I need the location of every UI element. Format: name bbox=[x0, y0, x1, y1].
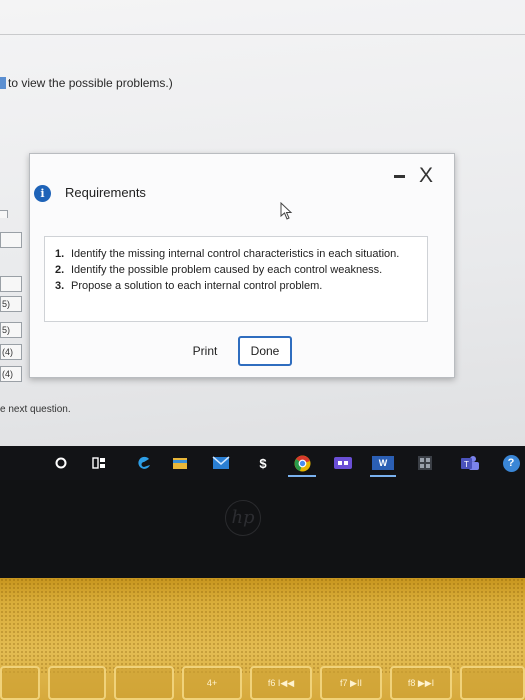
svg-text:T: T bbox=[464, 460, 469, 469]
requirements-list: 1. Identify the missing internal control… bbox=[55, 247, 417, 295]
minimize-icon[interactable] bbox=[394, 175, 405, 178]
hp-logo: hp bbox=[225, 500, 261, 536]
side-box-6[interactable]: (4) bbox=[0, 344, 22, 360]
done-button[interactable]: Done bbox=[238, 336, 292, 366]
money-app-icon[interactable]: $ bbox=[256, 454, 270, 472]
function-key bbox=[460, 666, 525, 700]
side-box-2[interactable] bbox=[0, 232, 22, 248]
side-box-4[interactable]: 5) bbox=[0, 296, 22, 312]
side-box-3[interactable] bbox=[0, 276, 22, 292]
word-icon[interactable]: W bbox=[372, 454, 394, 472]
chrome-icon[interactable] bbox=[293, 454, 311, 472]
side-box-1 bbox=[0, 210, 8, 218]
side-box-5[interactable]: 5) bbox=[0, 322, 22, 338]
top-divider bbox=[0, 34, 525, 35]
print-button[interactable]: Print bbox=[181, 336, 229, 366]
speaker-grille bbox=[0, 578, 525, 673]
task-view-icon[interactable] bbox=[91, 454, 107, 472]
function-key bbox=[114, 666, 174, 700]
next-question-text: e next question. bbox=[0, 404, 71, 415]
function-key: f6 I◀◀ bbox=[250, 666, 312, 700]
requirement-item: 2. Identify the possible problem caused … bbox=[55, 264, 383, 276]
info-icon: i bbox=[34, 185, 51, 202]
link-fragment[interactable] bbox=[0, 77, 6, 89]
teams-icon[interactable]: T bbox=[460, 454, 480, 472]
problem-hint-text: to view the possible problems.) bbox=[0, 76, 173, 90]
dialog-header: i Requirements X bbox=[30, 154, 454, 210]
browser-content: to view the possible problems.) 5) 5) (4… bbox=[0, 0, 525, 450]
help-icon[interactable]: ? bbox=[502, 454, 520, 472]
function-key bbox=[48, 666, 106, 700]
video-app-icon[interactable] bbox=[334, 454, 352, 472]
requirements-box: 1. Identify the missing internal control… bbox=[44, 236, 428, 322]
mail-icon[interactable] bbox=[212, 454, 230, 472]
file-explorer-icon[interactable] bbox=[172, 454, 188, 472]
word-active-indicator bbox=[370, 475, 396, 477]
dialog-title: Requirements bbox=[65, 185, 146, 200]
side-box-7[interactable]: (4) bbox=[0, 366, 22, 382]
function-key: f7 ▶II bbox=[320, 666, 382, 700]
calculator-icon[interactable] bbox=[417, 454, 433, 472]
laptop-bezel bbox=[0, 480, 525, 580]
function-key bbox=[0, 666, 40, 700]
active-app-indicator bbox=[288, 475, 316, 477]
mouse-pointer-icon bbox=[280, 202, 293, 220]
requirement-item: 3. Propose a solution to each internal c… bbox=[55, 280, 323, 292]
requirements-dialog: i Requirements X 1. Identify the missing… bbox=[29, 153, 455, 378]
function-key: f8 ▶▶I bbox=[390, 666, 452, 700]
start-circle-icon[interactable] bbox=[54, 454, 68, 472]
close-icon[interactable]: X bbox=[419, 165, 433, 187]
requirement-item: 1. Identify the missing internal control… bbox=[55, 248, 400, 260]
windows-taskbar: $ W T ? bbox=[0, 446, 525, 480]
function-key: 4+ bbox=[182, 666, 242, 700]
edge-icon[interactable] bbox=[135, 454, 153, 472]
